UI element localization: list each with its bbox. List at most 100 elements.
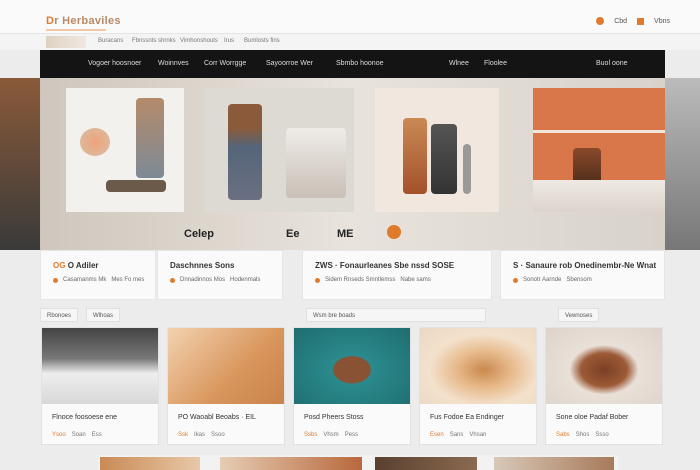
- product-image: [42, 328, 158, 404]
- product-price-text: Ikas: [194, 432, 206, 438]
- card-title-accent: OG: [53, 261, 66, 270]
- card-title: S · Sanaure rob Onedinembr-Ne Wnat: [513, 261, 657, 270]
- account-icon[interactable]: [637, 17, 645, 25]
- hero-caption: Celep: [184, 228, 214, 240]
- thumbnail-image[interactable]: [220, 457, 362, 470]
- nav-item[interactable]: Buol oone: [596, 60, 628, 67]
- breadcrumb-item[interactable]: Bumlosts fins: [244, 38, 280, 44]
- hero-edge-image: [665, 78, 700, 250]
- logo-accent: D: [46, 15, 55, 27]
- product-price-text: Pess: [344, 432, 359, 438]
- product-price: Ysoo Soan Ess: [52, 432, 102, 438]
- card-meta: Sonotr Aarnde Sbensom: [513, 277, 592, 283]
- product-price-accent: Ssk: [178, 432, 189, 438]
- product-card[interactable]: Fus Fodoe Ea Endinger Esen Sans Vhsan: [419, 327, 537, 445]
- info-cards: OG O Adiler Casamanms Mk Mes Fo mes Dasc…: [40, 250, 665, 300]
- filter-chip[interactable]: Wsm bre boads: [306, 308, 486, 322]
- info-card[interactable]: OG O Adiler Casamanms Mk Mes Fo mes: [40, 250, 156, 300]
- main-nav: Vogoer hoosnoer Woinnves Corr Worrgge Sa…: [40, 50, 665, 78]
- bag-image: [431, 124, 457, 194]
- breadcrumb-item[interactable]: Fbnssnts shrnks: [132, 38, 176, 44]
- nav-item[interactable]: Woinnves: [158, 60, 189, 67]
- hero-panel[interactable]: [533, 88, 665, 212]
- product-price-text: Shos: [575, 432, 590, 438]
- product-card[interactable]: Flnoce foosoese ene Ysoo Soan Ess: [41, 327, 159, 445]
- filter-chip[interactable]: Wlhoas: [86, 308, 121, 322]
- header-actions: Cbd Vbns: [596, 17, 670, 25]
- info-card[interactable]: ZWS · Fonaurleanes Sbe nssd SOSE Sidem R…: [302, 250, 492, 300]
- card-title: OG O Adiler: [53, 261, 99, 270]
- product-price: Ssbs Vhsm Pess: [304, 432, 358, 438]
- dot-icon: [315, 277, 320, 283]
- product-price-text: Ess: [91, 432, 102, 438]
- filter-chip[interactable]: Vewnoses: [558, 308, 600, 322]
- product-price-text: Ssoo: [211, 432, 225, 438]
- hero-badge-icon[interactable]: [387, 225, 401, 239]
- info-card[interactable]: Daschnnes Sons Dnnadinnos Mos Hodenmals: [157, 250, 283, 300]
- nav-item[interactable]: Sayoorroe Wer: [266, 60, 313, 67]
- card-meta-text: Nabe sams: [400, 277, 431, 283]
- site-logo[interactable]: Dr Herbaviles: [46, 15, 121, 27]
- hero-banner: Celep Ee ME: [0, 78, 700, 250]
- card-meta: Casamanms Mk Mes Fo mes: [53, 277, 144, 283]
- card-meta-text: Sbensom: [566, 277, 592, 283]
- product-price-accent: Ysoo: [52, 432, 66, 438]
- product-price-accent: Esen: [430, 432, 444, 438]
- logo-text: r Herbaviles: [54, 15, 121, 27]
- hero-panel[interactable]: [204, 88, 354, 212]
- filter-bar: Rbonoes Wlhoas Wsm bre boads Vewnoses: [40, 308, 665, 322]
- nav-item[interactable]: Vogoer hoosnoer: [88, 60, 141, 67]
- product-price-text: Soan: [71, 432, 86, 438]
- product-price-accent: Sabs: [556, 432, 570, 438]
- product-name: Fus Fodoe Ea Endinger: [430, 414, 504, 421]
- product-card[interactable]: Posd Pheers Stoss Ssbs Vhsm Pess: [293, 327, 411, 445]
- product-card[interactable]: Sone oloe Padaf Bober Sabs Shos Ssso: [545, 327, 663, 445]
- thumbnail-image[interactable]: [100, 457, 200, 470]
- product-price-accent: Ssbs: [304, 432, 318, 438]
- cart-label[interactable]: Cbd: [614, 18, 627, 25]
- cart-icon[interactable]: [596, 17, 605, 25]
- card-meta-text: Casamanms Mk: [63, 277, 107, 283]
- hero-panel[interactable]: [375, 88, 499, 212]
- hero-caption: ME: [337, 228, 354, 240]
- hero-panel[interactable]: [66, 88, 184, 212]
- product-price-text: Vhsm: [323, 432, 339, 438]
- account-label[interactable]: Vbns: [654, 18, 670, 25]
- logo-underline: [46, 29, 106, 31]
- nav-item[interactable]: Floolee: [484, 60, 507, 67]
- product-card[interactable]: PO Waoabl Beoabs · EIL Ssk Ikas Ssoo: [167, 327, 285, 445]
- nav-item[interactable]: Wlnee: [449, 60, 469, 67]
- bottle-image: [463, 144, 471, 194]
- card-title-text: O Adiler: [67, 261, 99, 270]
- card-meta-text: Hodenmals: [230, 277, 261, 283]
- product-price-text: Ssso: [595, 432, 609, 438]
- figure-image: [228, 104, 262, 200]
- product-image: [546, 328, 662, 404]
- hero-edge-image: [0, 78, 40, 250]
- product-image: [420, 328, 536, 404]
- card-meta-text: Sidem Rnseds Smntlemss: [325, 277, 396, 283]
- thumbnail-image[interactable]: [375, 457, 477, 470]
- product-price: Esen Sans Vhsan: [430, 432, 486, 438]
- card-meta-text: Sonotr Aarnde: [523, 277, 562, 283]
- dot-icon: [53, 277, 58, 283]
- breadcrumb-item[interactable]: Vimhonshouts: [180, 38, 218, 44]
- figure-image: [136, 98, 164, 178]
- breadcrumb-thumb: [46, 36, 86, 48]
- product-name: Sone oloe Padaf Bober: [556, 414, 629, 421]
- breadcrumb-item[interactable]: Irus: [224, 38, 234, 44]
- thumbnail-image[interactable]: [494, 457, 614, 470]
- info-card[interactable]: S · Sanaure rob Onedinembr-Ne Wnat Sonot…: [500, 250, 665, 300]
- dot-icon: [513, 277, 518, 283]
- product-price-text: Vhsan: [469, 432, 487, 438]
- filter-chip[interactable]: Rbonoes: [40, 308, 79, 322]
- card-title: Daschnnes Sons: [170, 261, 235, 270]
- product-name: Flnoce foosoese ene: [52, 414, 117, 421]
- nav-item[interactable]: Sbmbo hoonoe: [336, 60, 383, 67]
- product-image: [168, 328, 284, 404]
- bottom-thumbnails: [98, 455, 618, 470]
- counter-image: [533, 180, 665, 212]
- product-image: [294, 328, 410, 404]
- breadcrumb-item[interactable]: Buracans: [98, 38, 123, 44]
- nav-item[interactable]: Corr Worrgge: [204, 60, 246, 67]
